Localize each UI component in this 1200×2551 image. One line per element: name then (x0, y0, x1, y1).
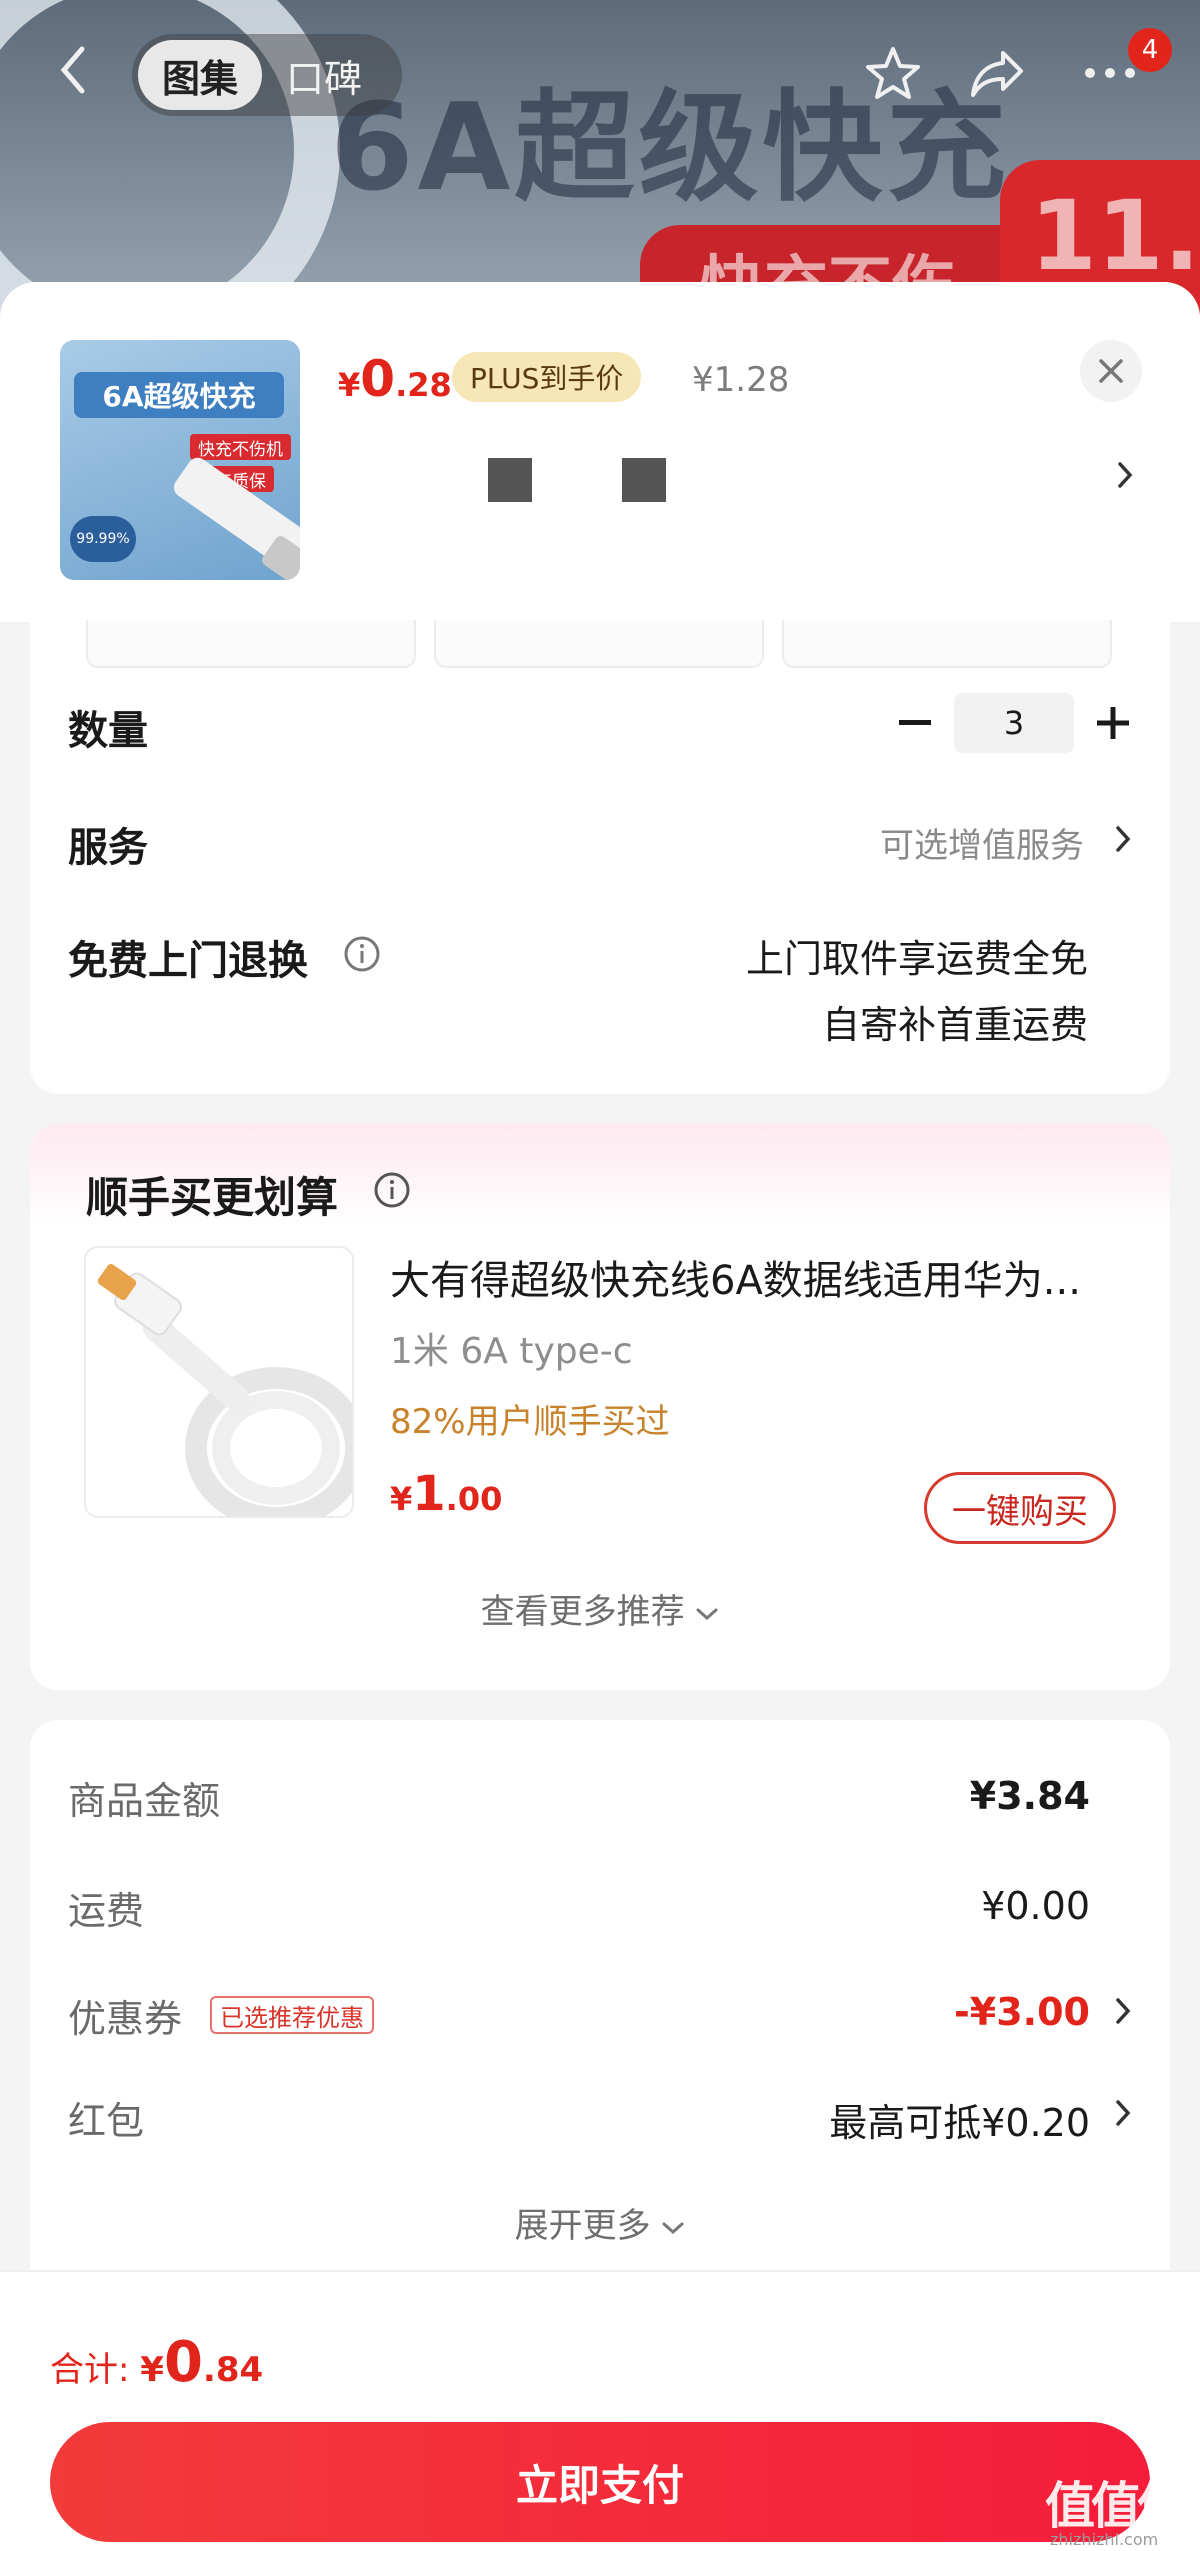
gallery-tabs: 图集 口碑 (132, 34, 402, 116)
free-return-line1: 上门取件享运费全免 (745, 937, 1088, 981)
service-label: 服务 (68, 825, 148, 871)
coupon-chevron[interactable] (1108, 1988, 1138, 2034)
favorite-button[interactable] (858, 38, 928, 108)
info-icon[interactable] (342, 934, 382, 974)
chevron-right-icon (1116, 826, 1131, 852)
shipping-label: 运费 (68, 1889, 145, 1933)
recommended-product-stat: 82%用户顺手买过 (390, 1402, 670, 1442)
recommendation-title: 顺手买更划算 (86, 1173, 339, 1222)
usb-cable-illustration (97, 1263, 352, 1516)
service-value[interactable]: 可选增值服务 (880, 818, 1084, 867)
thumbnail-badge: 99.99% (70, 516, 136, 562)
close-icon (1099, 359, 1123, 383)
watermark-logo: 值值值 (1045, 2477, 1187, 2535)
quantity-decrease-button[interactable] (890, 698, 940, 748)
options-card: 数量 3 服务 可选增值服务 免费上门退换 上门取件享运费全免 自寄补首重运费 (30, 600, 1170, 1094)
one-click-buy-button[interactable]: 一键购买 (924, 1472, 1116, 1544)
spec-option-chip[interactable] (86, 620, 416, 668)
free-return-label: 免费上门退换 (68, 938, 308, 984)
chevron-right-icon (1116, 2100, 1131, 2126)
current-price: ¥0.28 (338, 350, 452, 408)
coupon-value[interactable]: -¥3.00 (954, 1990, 1090, 2034)
back-button[interactable] (48, 40, 98, 100)
watermark-url: zhizhizhi.com (1050, 2530, 1159, 2549)
spec-expand-button[interactable] (1110, 450, 1140, 500)
chevron-down-icon (662, 2222, 684, 2234)
tab-reviews[interactable]: 口碑 (262, 40, 386, 110)
tab-gallery[interactable]: 图集 (138, 40, 263, 110)
goods-amount-value: ¥3.84 (969, 1774, 1090, 1818)
coupon-selected-tag: 已选推荐优惠 (210, 1996, 374, 2034)
star-icon (866, 47, 920, 99)
plus-price-tag: PLUS到手价 (452, 352, 642, 402)
spec-color-swatch[interactable] (622, 458, 666, 502)
chevron-left-icon (60, 46, 85, 94)
recommended-product-spec: 1米 6A type-c (390, 1331, 633, 1372)
quantity-input[interactable]: 3 (954, 693, 1074, 753)
spec-color-swatch[interactable] (488, 458, 532, 502)
pay-now-button[interactable]: 立即支付 (50, 2422, 1150, 2542)
free-return-line2: 自寄补首重运费 (821, 1003, 1088, 1047)
plus-icon (1097, 707, 1129, 739)
coupon-label: 优惠券 (68, 1997, 183, 2041)
minus-icon (899, 720, 931, 725)
recommended-product-image[interactable] (84, 1246, 354, 1518)
chevron-right-icon (1118, 462, 1133, 488)
goods-amount-label: 商品金额 (68, 1779, 221, 1823)
quantity-label: 数量 (68, 708, 148, 754)
share-button[interactable] (962, 38, 1032, 108)
thumbnail-title: 6A超级快充 (74, 372, 284, 418)
service-chevron[interactable] (1108, 816, 1138, 862)
quantity-increase-button[interactable] (1088, 698, 1138, 748)
share-icon (971, 51, 1023, 97)
recommended-product-title[interactable]: 大有得超级快充线6A数据线适用华为... (390, 1248, 1150, 1306)
close-button[interactable] (1080, 340, 1142, 402)
spec-option-chip[interactable] (782, 620, 1112, 668)
cart-count-badge: 4 (1128, 28, 1172, 72)
order-summary-card: 商品金额 ¥3.84 运费 ¥0.00 优惠券 已选推荐优惠 -¥3.00 红包… (30, 1720, 1170, 2280)
red-packet-chevron[interactable] (1108, 2090, 1138, 2136)
product-thumbnail[interactable]: 6A超级快充 快充不伤机 两年质保 99.99% (60, 340, 300, 580)
order-total: 合计: ¥0.84 (50, 2330, 264, 2395)
red-packet-label: 红包 (68, 2099, 145, 2143)
chevron-down-icon (696, 1608, 718, 1620)
shipping-value: ¥0.00 (981, 1884, 1090, 1928)
chevron-right-icon (1116, 1998, 1131, 2024)
red-packet-value[interactable]: 最高可抵¥0.20 (829, 2092, 1090, 2147)
recommendation-card: 顺手买更划算 大有得超级快充线6A数据线适用华为... 1米 6A type-c… (30, 1124, 1170, 1690)
more-recommendations-link[interactable]: 查看更多推荐 (30, 1584, 1170, 1633)
thumbnail-tag: 快充不伤机 (190, 434, 291, 460)
more-dots-icon (1085, 68, 1135, 78)
checkout-bottom-bar: 合计: ¥0.84 立即支付 (0, 2270, 1200, 2551)
spec-option-chip[interactable] (434, 620, 764, 668)
recommended-product-price: ¥1.00 (390, 1466, 503, 1522)
info-icon[interactable] (372, 1170, 412, 1210)
expand-more-link[interactable]: 展开更多 (30, 2198, 1170, 2247)
original-price: ¥1.28 (692, 360, 790, 400)
